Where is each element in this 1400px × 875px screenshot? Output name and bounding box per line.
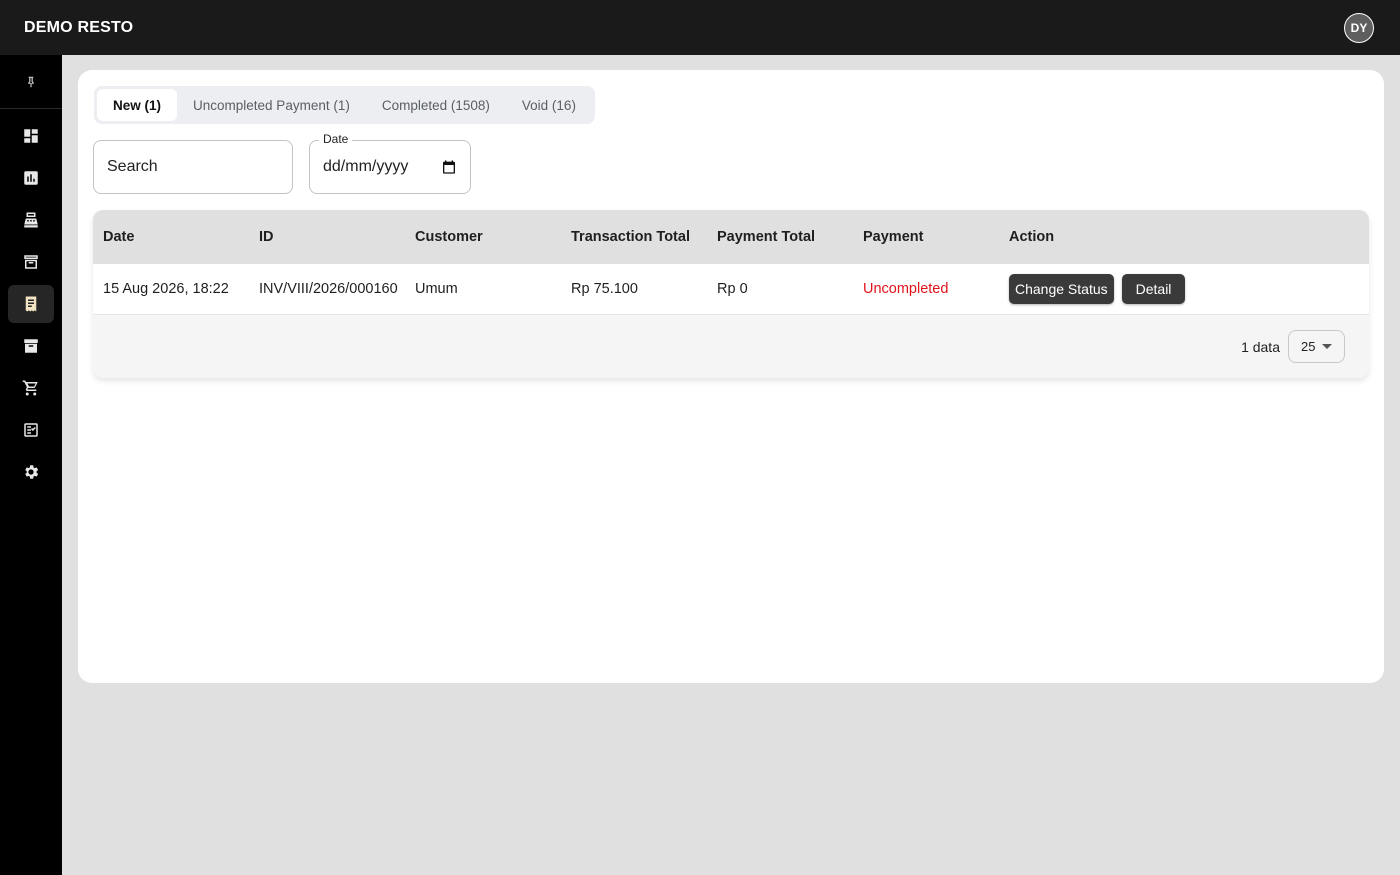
change-status-button[interactable]: Change Status [1009,274,1114,304]
calendar-icon[interactable] [441,159,457,175]
cell-payment-total: Rp 0 [717,281,748,297]
sidebar-item-purchase[interactable] [8,369,54,407]
sidebar-item-reports[interactable] [8,159,54,197]
cart-icon [22,380,38,396]
settings-gear-icon [25,465,39,479]
content-card: New (1) Uncompleted Payment (1) Complete… [78,70,1384,683]
cell-transaction-total: Rp 75.100 [571,281,638,297]
rows-per-page-select[interactable]: 25 [1288,330,1345,363]
column-header-payment-total: Payment Total [717,229,816,245]
sidebar-item-cashier[interactable] [8,201,54,239]
search-input[interactable] [107,158,279,176]
transactions-table: Date ID Customer Transaction Total Payme… [93,210,1369,378]
tab-void[interactable]: Void (16) [506,89,592,121]
sidebar-item-tasks[interactable] [8,411,54,449]
bar-chart-icon [24,171,38,185]
tab-uncompleted-payment[interactable]: Uncompleted Payment (1) [177,89,366,121]
detail-button[interactable]: Detail [1121,274,1186,304]
table-footer: 1 data 25 [93,315,1369,378]
cash-register-icon [24,212,38,228]
inventory-icon [24,339,38,353]
column-header-action: Action [1009,229,1055,245]
sidebar-item-dashboard[interactable] [8,117,54,155]
brand-title: DEMO RESTO [24,18,134,36]
rows-per-page-value: 25 [1301,339,1316,354]
sidebar-item-settings[interactable] [8,453,54,491]
row-count: 1 data [1241,338,1280,355]
date-field-label: Date [319,132,353,146]
column-header-customer: Customer [415,229,483,245]
checklist-icon [24,423,38,437]
sidebar-pin-button[interactable] [0,55,62,109]
date-filter[interactable]: Date dd/mm/yyyy [309,132,471,194]
top-bar: DEMO RESTO DY [0,0,1400,55]
column-header-transaction-total: Transaction Total [571,229,690,245]
column-header-date: Date [103,229,135,245]
sidebar [0,55,62,875]
chevron-down-icon [1322,344,1332,349]
date-field-value[interactable]: dd/mm/yyyy [323,158,441,176]
status-tabs: New (1) Uncompleted Payment (1) Complete… [94,86,595,124]
cell-payment-status: Uncompleted [863,281,949,297]
column-header-payment: Payment [863,229,924,245]
receipt-icon [25,296,37,312]
cell-actions: Change Status Detail [999,274,1369,304]
sidebar-item-transactions[interactable] [8,285,54,323]
user-avatar[interactable]: DY [1344,12,1374,43]
table-header: Date ID Customer Transaction Total Payme… [93,210,1369,264]
sidebar-nav [0,109,62,491]
dashboard-icon [24,129,38,143]
search-box [93,140,293,194]
archive-box-icon [24,255,38,269]
cell-id: INV/VIII/2026/000160 [259,281,398,297]
column-header-id: ID [259,229,274,245]
cell-date: 15 Aug 2026, 18:22 [103,281,229,297]
sidebar-item-inventory[interactable] [8,327,54,365]
pin-icon [28,76,34,87]
sidebar-item-archive[interactable] [8,243,54,281]
tab-completed[interactable]: Completed (1508) [366,89,506,121]
table-row: 15 Aug 2026, 18:22 INV/VIII/2026/000160 … [93,264,1369,315]
cell-customer: Umum [415,281,458,297]
tab-new[interactable]: New (1) [97,89,178,121]
